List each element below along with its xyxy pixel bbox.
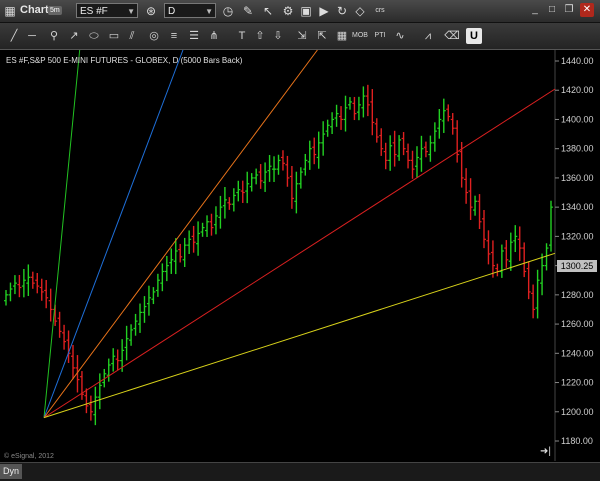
y-tick-label: 1400.00 — [561, 114, 594, 124]
last-price-tag: 1300.25 — [557, 260, 597, 272]
fan-line — [43, 252, 556, 419]
time-axis — [0, 462, 600, 481]
y-tick-label: 1180.00 — [561, 436, 593, 446]
y-tick-label: 1440.00 — [561, 56, 594, 66]
y-tick-label: 1360.00 — [561, 173, 594, 183]
y-tick-label: 1260.00 — [561, 319, 594, 329]
y-tick-label: 1420.00 — [561, 85, 594, 95]
scroll-right-icon[interactable]: ➜| — [540, 446, 551, 457]
y-tick-label: 1280.00 — [561, 290, 594, 300]
y-tick-label: 1320.00 — [561, 231, 594, 241]
chart-title: ES #F,S&P 500 E-MINI FUTURES - GLOBEX, D… — [6, 56, 243, 65]
y-tick-label: 1340.00 — [561, 202, 594, 212]
y-tick-label: 1240.00 — [561, 348, 594, 358]
dyn-button[interactable]: Dyn — [0, 464, 22, 479]
y-tick-label: 1220.00 — [561, 378, 594, 388]
y-tick-label: 1200.00 — [561, 407, 594, 417]
esignal-watermark: © eSignal, 2012 — [4, 453, 54, 460]
fan-line — [43, 49, 81, 418]
fan-line — [43, 88, 556, 419]
y-tick-label: 1380.00 — [561, 144, 594, 154]
fan-line — [43, 49, 318, 418]
price-chart[interactable]: 1180.00 1200.00 1220.00 1240.00 1260.00 1280.… — [0, 0, 600, 480]
